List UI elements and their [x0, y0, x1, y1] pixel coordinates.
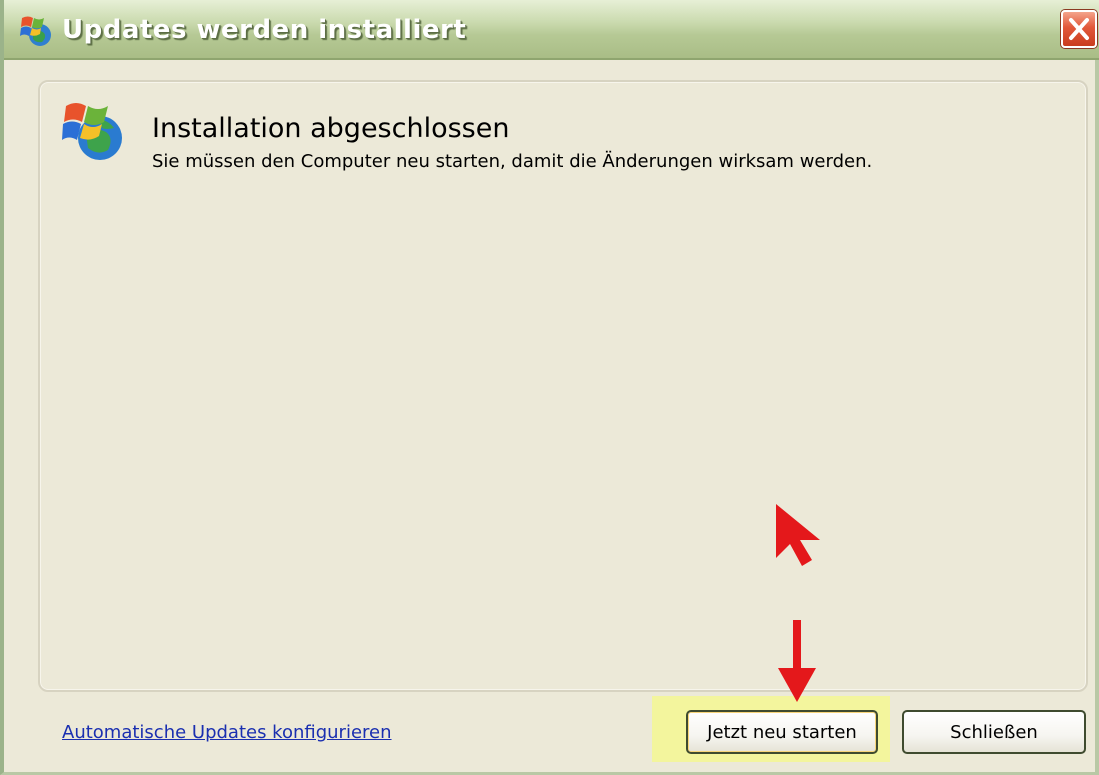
mouse-pointer-icon	[776, 504, 820, 566]
close-dialog-button[interactable]: Schließen	[902, 710, 1086, 754]
restart-message: Sie müssen den Computer neu starten, dam…	[152, 151, 873, 172]
windows-update-logo-icon	[62, 103, 122, 160]
title-bar[interactable]: Updates werden installiert	[4, 0, 1099, 60]
close-icon	[1069, 18, 1089, 40]
close-button[interactable]	[1061, 10, 1097, 48]
page-title: Installation abgeschlossen	[152, 113, 510, 144]
restart-now-button[interactable]: Jetzt neu starten	[686, 710, 878, 754]
configure-updates-link[interactable]: Automatische Updates konfigurieren	[62, 722, 392, 743]
window-title: Updates werden installiert	[62, 15, 467, 45]
arrow-down-icon	[778, 620, 816, 702]
update-dialog: Updates werden installiert Installation …	[0, 0, 1099, 775]
windows-update-icon	[20, 16, 51, 46]
